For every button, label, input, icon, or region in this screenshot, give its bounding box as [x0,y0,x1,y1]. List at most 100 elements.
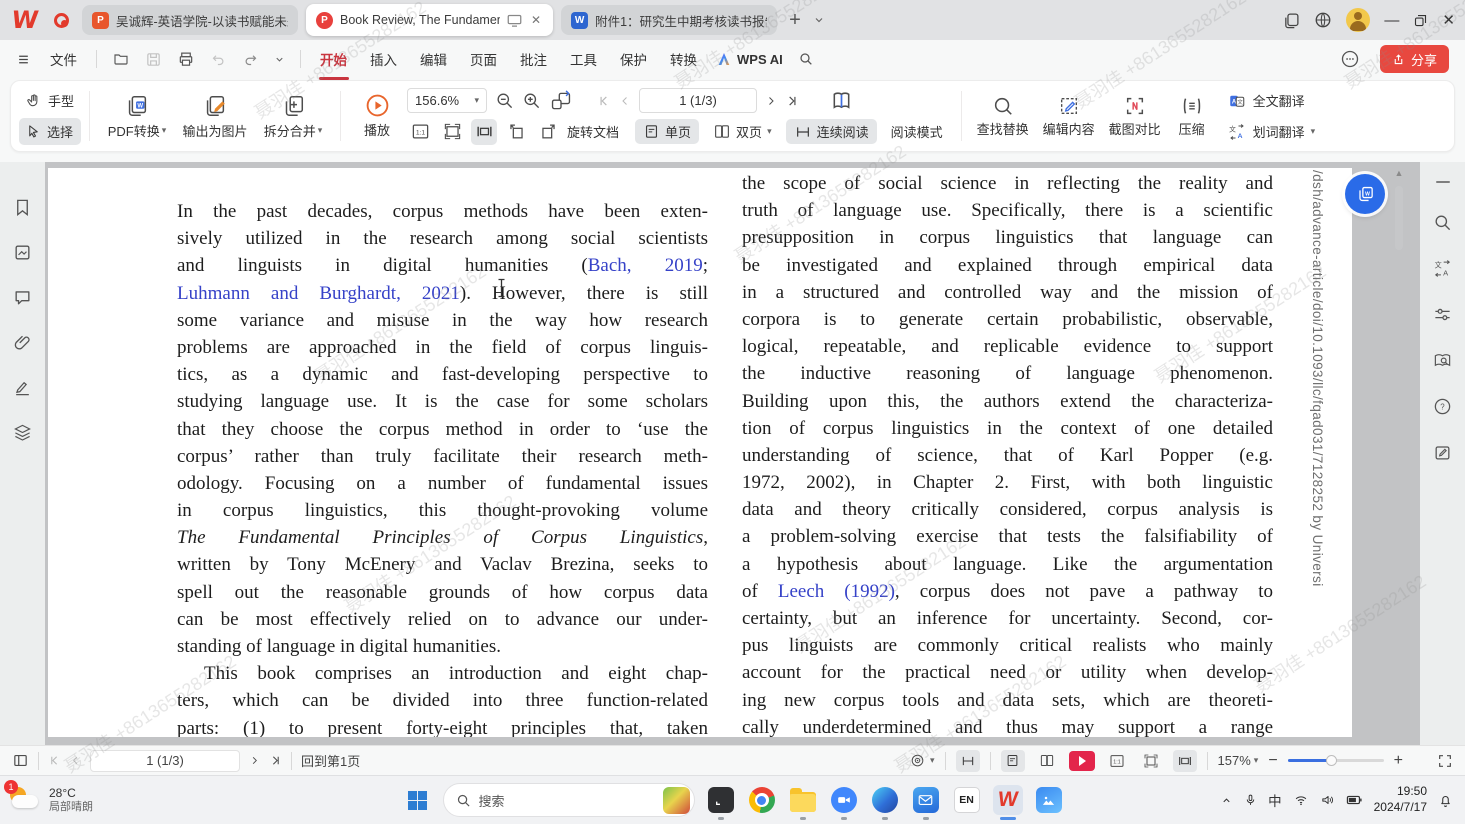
tab-home[interactable]: 开始 [316,47,351,71]
tab-pdf-active[interactable]: P Book Review, The Fundamen ✕ [306,4,553,36]
taskbar-app-edge[interactable] [870,785,900,815]
sb-last-page-icon[interactable] [269,754,282,767]
pdf-page[interactable]: In the past decades, corpus methods have… [48,168,1352,737]
hand-tool-button[interactable]: 手型 [19,87,81,114]
new-tab-button[interactable]: + [785,9,805,32]
sb-zoom-in-icon[interactable]: + [1394,752,1403,770]
save-icon[interactable] [145,51,162,68]
first-page-icon[interactable] [597,94,611,108]
signature-icon[interactable] [13,378,32,397]
find-replace-button[interactable]: 查找替换 [970,85,1036,147]
taskbar-app-explorer[interactable] [788,785,818,815]
battery-icon[interactable] [1346,794,1363,806]
sb-fit-width-icon[interactable] [1173,750,1197,772]
sb-play-button[interactable] [1069,751,1095,771]
fit-page-icon[interactable] [439,119,465,145]
tray-chevron-up-icon[interactable] [1220,795,1233,806]
weather-widget[interactable]: 1 28°C 局部晴朗 [0,785,93,815]
taskbar-search[interactable]: 搜索 [443,783,695,817]
tab-word[interactable]: W 附件1：研究生中期考核读书报告模板 [561,5,777,35]
split-merge-button[interactable]: 拆分合并▾ [254,85,332,147]
full-translation-button[interactable]: A文 全文翻译 [1220,87,1323,114]
taskbar-clock[interactable]: 19:50 2024/7/17 [1374,784,1427,815]
restore-button[interactable] [1413,13,1428,28]
close-button[interactable]: ✕ [1442,11,1455,29]
print-icon[interactable] [177,51,195,68]
collapse-handle-icon[interactable] [1434,178,1452,186]
next-page-icon[interactable] [765,94,777,108]
sb-double-page-icon[interactable] [1035,750,1059,772]
wps-ai-menu[interactable]: WPS AI [716,51,783,67]
sb-page-indicator-box[interactable]: 1 (1/3) [90,750,240,772]
document-viewport[interactable]: In the past decades, corpus methods have… [45,162,1420,745]
tab-protect[interactable]: 保护 [616,47,651,71]
rotate-left-icon[interactable] [503,119,529,145]
taskbar-app-mail[interactable] [911,785,941,815]
share-button[interactable]: 分享 [1380,45,1449,73]
quickbar-chevron-icon[interactable] [274,54,285,65]
read-mode-book-icon[interactable] [829,89,854,112]
screenshot-compare-button[interactable]: 截图对比 [1102,85,1168,147]
panel-note-icon[interactable] [1433,443,1452,462]
continuous-read-button[interactable]: 连续阅读 [786,119,877,144]
sb-next-page-icon[interactable] [249,754,260,767]
minimize-button[interactable]: — [1384,12,1399,29]
vertical-scrollbar[interactable]: ▲ [1394,168,1404,735]
attachment-icon[interactable] [13,333,32,352]
panel-help-icon[interactable]: ? [1433,397,1452,416]
sb-zoom-value[interactable]: 157%▾ [1218,753,1259,768]
double-page-button[interactable]: 双页▾ [705,119,780,144]
play-button[interactable]: 播放 [349,85,405,147]
select-tool-button[interactable]: 选择 [19,118,81,145]
feedback-icon[interactable] [1340,49,1360,69]
scrollbar-thumb[interactable] [1395,186,1403,250]
zoom-combobox[interactable]: 156.6%▾ [407,88,487,113]
taskbar-app-dark[interactable] [706,785,736,815]
tab-ppt[interactable]: P 吴诚辉-英语学院-以读书赋能未来发展 [82,5,298,35]
panel-reader-icon[interactable] [1433,351,1452,370]
rotate-doc-label[interactable]: 旋转文档 [567,122,619,141]
fit-width-icon[interactable] [471,119,497,145]
export-image-button[interactable]: 输出为图片 [176,85,254,147]
wifi-icon[interactable] [1293,794,1309,807]
rotate-pages-icon[interactable] [549,90,573,112]
hamburger-icon[interactable] [16,53,31,66]
tab-page[interactable]: 页面 [466,47,501,71]
globe-icon[interactable] [1314,11,1332,29]
taskbar-lang-en[interactable]: EN [952,785,982,815]
menu-search-icon[interactable] [798,51,814,67]
fullscreen-icon[interactable] [1437,753,1453,769]
zoom-slider-knob[interactable] [1326,755,1337,766]
panel-translate-icon[interactable]: 文A [1433,259,1452,278]
page-indicator-box[interactable]: 1 (1/3) [639,88,757,113]
zoom-in-icon[interactable] [522,91,541,110]
read-mode-button[interactable]: 阅读模式 [883,119,951,144]
search-promo-image[interactable] [663,787,690,814]
microphone-icon[interactable] [1244,792,1257,808]
sb-single-page-icon[interactable] [1001,750,1025,772]
taskbar-app-zoom[interactable] [829,785,859,815]
compress-button[interactable]: 压缩 [1168,85,1216,147]
view-settings-eye-icon[interactable]: ▾ [908,753,935,768]
taskbar-app-wps[interactable]: W [993,785,1023,815]
wps-logo-icon[interactable]: W [8,6,42,34]
comment-icon[interactable] [13,288,32,307]
sb-continuous-icon[interactable] [956,750,980,772]
volume-icon[interactable] [1320,793,1335,807]
back-to-first-link[interactable]: 回到第1页 [301,751,360,770]
single-page-button[interactable]: 单页 [635,119,699,144]
taskbar-app-chrome[interactable] [747,785,777,815]
ime-indicator[interactable]: 中 [1268,790,1282,810]
rotate-right-icon[interactable] [535,119,561,145]
notification-icon[interactable] [1438,793,1453,808]
last-page-icon[interactable] [785,94,799,108]
undo-icon[interactable] [210,52,227,67]
tab-convert[interactable]: 转换 [666,47,701,71]
redo-icon[interactable] [242,52,259,67]
open-folder-icon[interactable] [112,51,130,67]
pdf-convert-button[interactable]: W PDF转换▾ [98,85,176,147]
sb-first-page-icon[interactable] [48,754,61,767]
sb-prev-page-icon[interactable] [70,754,81,767]
prev-page-icon[interactable] [619,94,631,108]
panel-toggle-icon[interactable] [12,752,29,769]
